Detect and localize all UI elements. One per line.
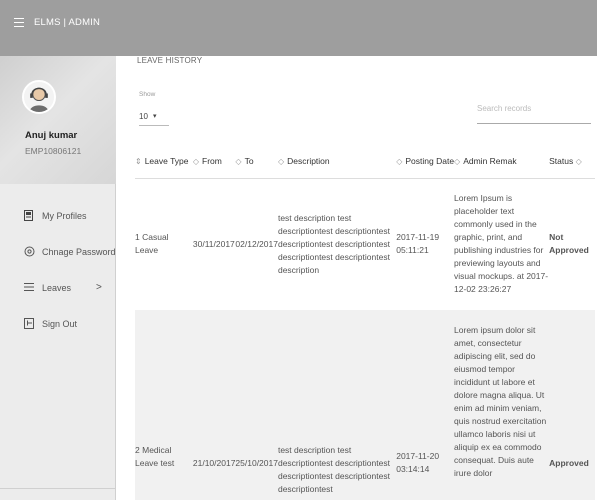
table-row: 1 Casual Leave 30/11/2017 02/12/2017 tes… (135, 178, 595, 310)
column-header-admin-remark[interactable]: ◇ Admin Remak (454, 144, 550, 179)
table-header-row: ⇕ Leave Type ◇ From ◇ To ◇ Description ◇ Post… (135, 144, 595, 179)
main-content: LEAVE HISTORY Show 10 ▾ Search records ⇕… (117, 56, 597, 500)
to-date-cell: 02/12/2017 (235, 238, 278, 249)
column-header-leave-type[interactable]: ⇕ Leave Type (135, 144, 193, 179)
leave-type-cell: 2 Medical Leave test (135, 445, 175, 468)
sort-icon: ◇ (575, 156, 582, 166)
profile-employee-id: EMP10806121 (25, 146, 82, 156)
profile-card: Anuj kumar EMP10806121 (0, 56, 116, 184)
description-cell: test description test descriptiontest de… (277, 212, 390, 275)
table-row: 2 Medical Leave test 21/10/2017 25/10/20… (135, 310, 595, 500)
to-date-cell: 25/10/2017 (235, 458, 278, 468)
hamburger-menu-icon[interactable] (14, 18, 24, 28)
sidebar-item-sign-out[interactable]: Sign Out (0, 310, 116, 346)
show-entries-value: 10 (139, 112, 148, 121)
user-avatar-icon (24, 82, 54, 112)
column-header-status[interactable]: Status ◇ (549, 144, 595, 179)
leave-history-table: ⇕ Leave Type ◇ From ◇ To ◇ Description ◇ Post… (135, 144, 595, 500)
signout-icon (24, 318, 34, 330)
leave-type-cell: 1 Casual Leave (135, 232, 169, 256)
list-icon (24, 282, 34, 294)
app-title[interactable]: ELMS | ADMIN (34, 17, 100, 28)
column-header-posting-date[interactable]: ◇ Posting Date (396, 144, 455, 179)
column-header-description[interactable]: ◇ Description (277, 144, 397, 179)
from-date-cell: 30/11/2017 (192, 238, 235, 249)
sort-icon: ◇ (277, 156, 285, 166)
posting-date-cell: 2017-11-20 03:14:14 (396, 451, 440, 474)
top-bar: ELMS | ADMIN (0, 0, 597, 56)
sidebar-item-label: Sign Out (42, 319, 78, 329)
column-header-to[interactable]: ◇ To (235, 144, 278, 179)
page-title: LEAVE HISTORY (137, 56, 203, 65)
sort-icon: ⇕ (135, 156, 142, 166)
avatar (22, 80, 56, 114)
search-input[interactable]: Search records (477, 98, 591, 124)
status-badge: Approved (549, 458, 589, 468)
sidebar-item-label: Leaves (42, 283, 72, 293)
sidebar-item-label: My Profiles (42, 211, 87, 221)
settings-icon (24, 246, 35, 258)
sidebar: Anuj kumar EMP10806121 My Profiles Chnag… (0, 56, 116, 500)
sidebar-item-label: Chnage Password (42, 247, 116, 257)
caret-down-icon: ▾ (153, 113, 157, 120)
chevron-right-icon: > (96, 282, 102, 293)
column-header-from[interactable]: ◇ From (192, 144, 236, 179)
description-cell: test description test descriptiontest de… (277, 445, 390, 494)
divider (0, 488, 116, 489)
show-entries-select[interactable]: 10 ▾ (139, 108, 169, 126)
profile-name: Anuj kumar (25, 130, 78, 141)
sort-icon: ◇ (396, 156, 403, 166)
sort-icon: ◇ (192, 156, 200, 166)
admin-remark-cell: Lorem ipsum dolor sit amet, consectetur … (454, 325, 547, 478)
sidebar-item-leaves[interactable]: Leaves > (0, 274, 116, 310)
sidebar-item-my-profiles[interactable]: My Profiles (0, 202, 116, 238)
from-date-cell: 21/10/2017 (192, 458, 236, 468)
sort-icon: ◇ (235, 156, 242, 166)
sidebar-nav: My Profiles Chnage Password Leaves > Sig… (0, 202, 116, 346)
show-entries-label: Show (139, 91, 156, 98)
posting-date-cell: 2017-11-19 05:11:21 (396, 232, 440, 256)
person-badge-icon (24, 210, 34, 222)
status-badge: Not Approved (549, 232, 589, 256)
sidebar-item-change-password[interactable]: Chnage Password (0, 238, 116, 274)
admin-remark-cell: Lorem Ipsum is placeholder text commonly… (454, 193, 549, 295)
sort-icon: ◇ (454, 156, 461, 166)
